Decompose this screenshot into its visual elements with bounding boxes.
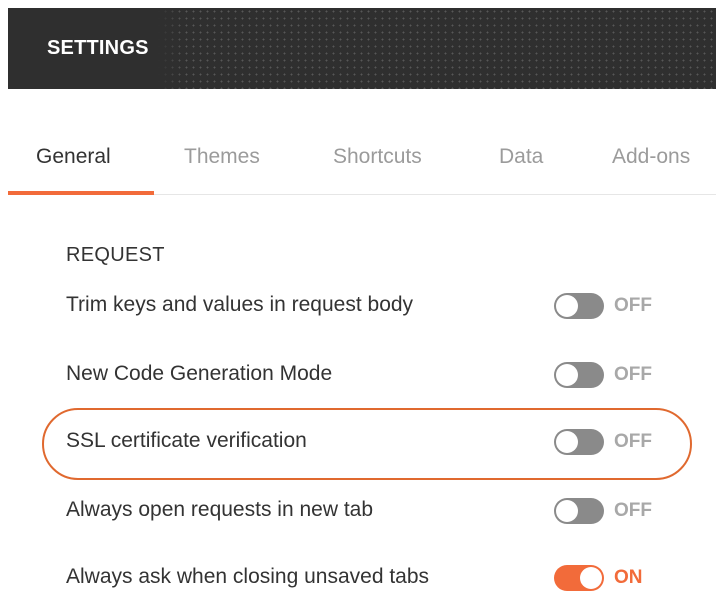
setting-label-code-generation: New Code Generation Mode: [66, 362, 333, 385]
state-ask-closing-unsaved: ON: [614, 567, 643, 588]
toggle-knob: [556, 431, 578, 453]
settings-tabs: General Themes Shortcuts Data Add-ons: [8, 130, 716, 195]
tab-themes[interactable]: Themes: [184, 145, 260, 169]
settings-page: SETTINGS General Themes Shortcuts Data A…: [0, 0, 716, 591]
toggle-knob: [580, 567, 602, 589]
active-tab-indicator: [8, 191, 154, 195]
tab-data[interactable]: Data: [499, 145, 543, 169]
toggle-knob: [556, 364, 578, 386]
toggle-ask-closing-unsaved[interactable]: [554, 565, 604, 591]
toggle-knob: [556, 500, 578, 522]
state-ssl-verification: OFF: [614, 431, 652, 452]
setting-label-open-new-tab: Always open requests in new tab: [66, 498, 374, 521]
toggle-ssl-verification[interactable]: [554, 429, 604, 455]
setting-label-ssl-verification: SSL certificate verification: [66, 429, 307, 452]
toggle-knob: [556, 295, 578, 317]
toggle-open-new-tab[interactable]: [554, 498, 604, 524]
tab-add-ons[interactable]: Add-ons: [612, 145, 690, 169]
tab-general[interactable]: General: [36, 145, 111, 169]
state-code-generation: OFF: [614, 364, 652, 385]
state-open-new-tab: OFF: [614, 500, 652, 521]
section-title-request: REQUEST: [66, 244, 165, 266]
toggle-trim-keys[interactable]: [554, 293, 604, 319]
state-trim-keys: OFF: [614, 295, 652, 316]
setting-label-ask-closing-unsaved: Always ask when closing unsaved tabs: [66, 565, 430, 588]
settings-header: SETTINGS: [8, 8, 716, 89]
page-title: SETTINGS: [47, 37, 149, 59]
setting-label-trim-keys: Trim keys and values in request body: [66, 293, 414, 316]
toggle-code-generation[interactable]: [554, 362, 604, 388]
tab-shortcuts[interactable]: Shortcuts: [333, 145, 422, 169]
